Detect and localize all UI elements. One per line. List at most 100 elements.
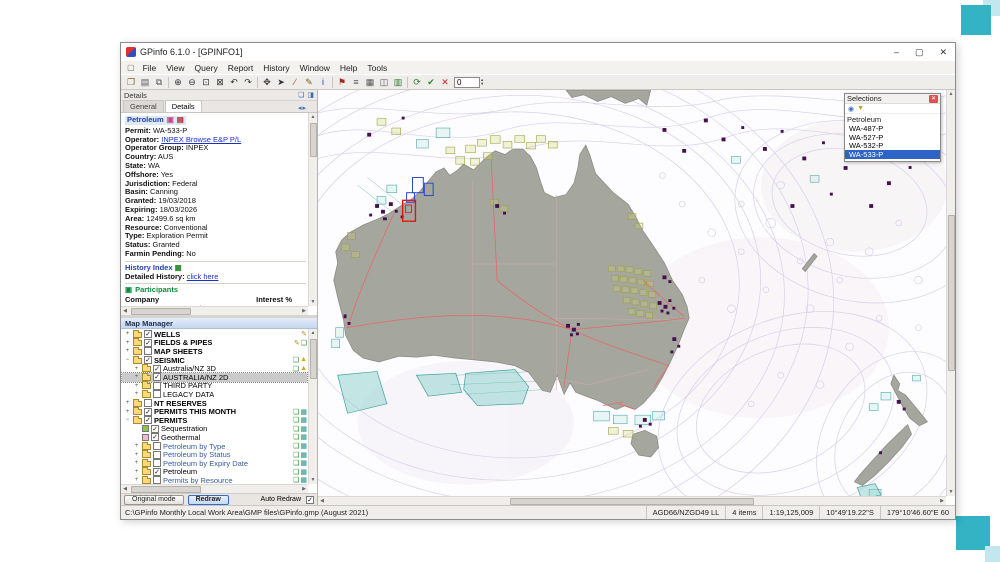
layer-row-legacy-data[interactable]: +LEGACY DATA bbox=[122, 390, 307, 399]
layer-action-icon[interactable]: ❏ bbox=[293, 356, 299, 364]
layer-action-icon[interactable]: ✎ bbox=[294, 339, 300, 347]
close-button[interactable]: ✕ bbox=[939, 47, 947, 58]
layer-row-nt-reserves[interactable]: +NT RESERVES bbox=[122, 399, 307, 408]
flag-icon[interactable]: ⚑ bbox=[335, 76, 349, 89]
layer-action-icon[interactable]: ▦ bbox=[300, 433, 307, 441]
layer-row-petroleum[interactable]: +✓Petroleum❏▦ bbox=[122, 468, 307, 477]
menu-window[interactable]: Window bbox=[295, 63, 335, 73]
field-value-link[interactable]: INPEX Browse E&P P/L bbox=[161, 135, 241, 144]
layer-action-icon[interactable]: ▦ bbox=[300, 451, 307, 459]
menu-view[interactable]: View bbox=[161, 63, 189, 73]
refresh-icon[interactable]: ⟳ bbox=[410, 76, 424, 89]
history-icon[interactable]: ▣ bbox=[167, 116, 174, 125]
table-icon[interactable]: ▦ bbox=[363, 76, 377, 89]
layer-action-icon[interactable]: ❏ bbox=[293, 451, 299, 459]
expander-icon[interactable]: + bbox=[124, 348, 131, 354]
zoom-next-icon[interactable]: ↷ bbox=[241, 76, 255, 89]
layer-action-icon[interactable]: ❏ bbox=[293, 459, 299, 467]
layer-action-icon[interactable]: ▦ bbox=[300, 416, 307, 424]
layer-row-geothermal[interactable]: ✓Geothermal❏▦ bbox=[122, 433, 307, 442]
details-vertical-scrollbar[interactable]: ▲▼ bbox=[308, 113, 317, 306]
layer-action-icon[interactable]: ❏ bbox=[293, 442, 299, 450]
spinner-icon[interactable]: ▴▾ bbox=[481, 78, 483, 86]
auto-redraw-checkbox[interactable]: ✓ bbox=[306, 496, 314, 504]
layer-checkbox[interactable] bbox=[153, 459, 161, 467]
layer-checkbox[interactable]: ✓ bbox=[144, 416, 152, 424]
expander-icon[interactable]: + bbox=[124, 331, 131, 337]
chart-icon[interactable]: ◫ bbox=[377, 76, 391, 89]
layer-checkbox[interactable] bbox=[144, 347, 152, 355]
layer-row-australia-nz-2d[interactable]: +✓AUSTRALIA/NZ 2D bbox=[122, 373, 307, 382]
layer-checkbox[interactable]: ✓ bbox=[144, 408, 152, 416]
layer-action-icon[interactable]: ▦ bbox=[300, 408, 307, 416]
map-manager-vertical-scrollbar[interactable]: ▲▼ bbox=[308, 329, 317, 484]
layer-action-icon[interactable]: ❏ bbox=[293, 433, 299, 441]
print-icon[interactable]: ▤ bbox=[138, 76, 152, 89]
expander-icon[interactable]: + bbox=[124, 409, 131, 415]
layer-checkbox[interactable] bbox=[153, 390, 161, 398]
selection-item-wa-533-p[interactable]: WA-533-P bbox=[845, 150, 940, 159]
layer-action-icon[interactable]: ▦ bbox=[300, 425, 307, 433]
layer-action-icon[interactable]: ▦ bbox=[300, 459, 307, 467]
layer-action-icon[interactable]: ▦ bbox=[300, 468, 307, 476]
layer-action-icon[interactable]: ❏ bbox=[293, 365, 299, 373]
layer-action-icon[interactable]: ❏ bbox=[293, 468, 299, 476]
scroll-tabs-right-icon[interactable]: ▸ bbox=[302, 104, 306, 112]
layer-row-petroleum-by-type[interactable]: +Petroleum by Type❏▦ bbox=[122, 442, 307, 451]
layer-action-icon[interactable]: ▲ bbox=[300, 356, 307, 364]
export-icon[interactable]: ⧉ bbox=[152, 76, 166, 89]
zoom-out-icon[interactable]: ⊖ bbox=[185, 76, 199, 89]
layer-action-icon[interactable]: ▲ bbox=[300, 365, 307, 373]
filter-icon[interactable]: ▼ bbox=[857, 105, 864, 112]
map-manager-title[interactable]: Map Manager bbox=[121, 318, 317, 329]
layer-action-icon[interactable]: ❏ bbox=[301, 339, 307, 347]
expander-icon[interactable]: + bbox=[133, 452, 140, 458]
menu-report[interactable]: Report bbox=[223, 63, 259, 73]
layer-row-third-party[interactable]: +THIRD PARTY bbox=[122, 382, 307, 391]
layer-row-seismic[interactable]: −✓SEISMIC❏▲ bbox=[122, 356, 307, 365]
layer-row-petroleum-by-status[interactable]: +Petroleum by Status❏▦ bbox=[122, 450, 307, 459]
pencil-icon[interactable]: ✎ bbox=[302, 76, 316, 89]
scroll-tabs-left-icon[interactable]: ◂ bbox=[298, 104, 302, 112]
expander-icon[interactable]: + bbox=[133, 443, 140, 449]
open-icon[interactable]: ❐ bbox=[124, 76, 138, 89]
layer-checkbox[interactable] bbox=[153, 382, 161, 390]
selection-item-wa-527-p[interactable]: WA-527-P bbox=[845, 133, 940, 142]
layer-action-icon[interactable]: ❏ bbox=[293, 425, 299, 433]
clear-selection-icon[interactable]: ✕ bbox=[438, 76, 452, 89]
selection-item-wa-487-p[interactable]: WA-487-P bbox=[845, 124, 940, 133]
map-manager-horizontal-scrollbar[interactable]: ◀▶ bbox=[121, 484, 308, 493]
legend-icon[interactable]: ▥ bbox=[391, 76, 405, 89]
layer-checkbox[interactable]: ✓ bbox=[153, 373, 161, 381]
menu-query[interactable]: Query bbox=[190, 63, 223, 73]
zoom-window-icon[interactable]: ⊡ bbox=[199, 76, 213, 89]
maximize-button[interactable]: ▢ bbox=[915, 47, 924, 58]
dock-icon[interactable]: ❏ bbox=[298, 91, 304, 99]
redraw-button[interactable]: Redraw bbox=[188, 495, 229, 505]
original-mode-button[interactable]: Original mode bbox=[124, 495, 184, 505]
layer-checkbox[interactable]: ✓ bbox=[151, 425, 159, 433]
menu-history[interactable]: History bbox=[258, 63, 294, 73]
selection-item-wa-532-p[interactable]: WA-532-P bbox=[845, 141, 940, 150]
menu-tools[interactable]: Tools bbox=[362, 63, 392, 73]
buffer-input[interactable] bbox=[454, 77, 480, 88]
layer-action-icon[interactable]: ❏ bbox=[293, 408, 299, 416]
layer-checkbox[interactable]: ✓ bbox=[144, 330, 152, 338]
expander-icon[interactable]: + bbox=[124, 340, 131, 346]
layer-checkbox[interactable]: ✓ bbox=[153, 365, 161, 373]
expander-icon[interactable]: + bbox=[133, 469, 140, 475]
expander-icon[interactable]: − bbox=[124, 417, 131, 423]
menu-help[interactable]: Help bbox=[335, 63, 362, 73]
layer-checkbox[interactable] bbox=[144, 399, 152, 407]
zoom-previous-icon[interactable]: ↶ bbox=[227, 76, 241, 89]
minimize-button[interactable]: – bbox=[894, 47, 899, 58]
measure-icon[interactable]: ∕ bbox=[288, 76, 302, 89]
map-icon[interactable]: ▤ bbox=[177, 116, 184, 125]
map-vertical-scrollbar[interactable]: ▲▼ bbox=[946, 90, 955, 496]
layer-row-wells[interactable]: +✓WELLS✎ bbox=[122, 330, 307, 339]
layer-row-permits-this-month[interactable]: +✓PERMITS THIS MONTH❏▦ bbox=[122, 407, 307, 416]
select-arrow-icon[interactable]: ➤ bbox=[274, 76, 288, 89]
map-horizontal-scrollbar[interactable]: ◀▶ bbox=[318, 496, 946, 505]
pin-icon[interactable]: ◨ bbox=[307, 91, 314, 99]
pin-icon[interactable]: ◉ bbox=[848, 105, 854, 113]
